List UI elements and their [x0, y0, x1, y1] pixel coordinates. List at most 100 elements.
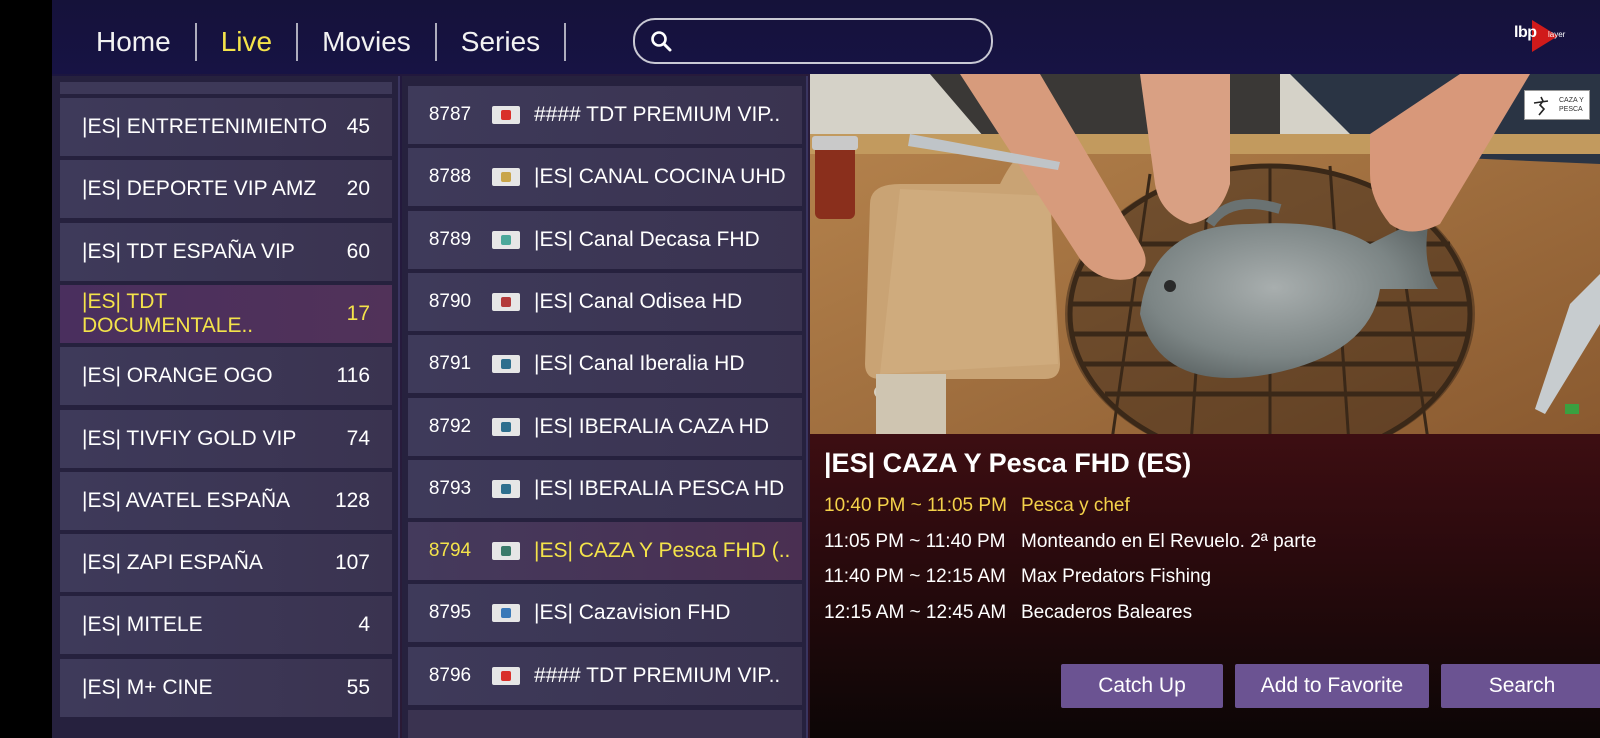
category-name: |ES| ENTRETENIMIENTO — [82, 115, 328, 138]
nav-series[interactable]: Series — [437, 22, 564, 62]
channel-info-panel: |ES| CAZA Y Pesca FHD (ES) 10:40 PM ~ 11… — [810, 434, 1600, 738]
channel-number: 8795 — [428, 602, 472, 624]
channel-name: |ES| CAZA Y Pesca FHD (.. — [534, 539, 791, 563]
channel-name: |ES| Canal Odisea HD — [534, 289, 743, 313]
epg-program-title: Pesca y chef — [1021, 495, 1130, 516]
category-name: |ES| AVATEL ESPAÑA — [82, 488, 291, 512]
category-count: 20 — [346, 177, 370, 201]
channel-item[interactable]: 8787 #### TDT PREMIUM VIP.. — [408, 86, 802, 144]
category-item[interactable]: |ES| MITELE 4 — [60, 596, 392, 655]
channel-name: |ES| IBERALIA PESCA HD — [534, 476, 785, 500]
category-item[interactable]: |ES| ENTRETENIMIENTO 45 — [60, 98, 392, 156]
category-item[interactable]: |ES| ORANGE OGO 116 — [60, 347, 392, 406]
channel-item[interactable]: 8795 |ES| Cazavision FHD — [408, 584, 802, 643]
app-logo: lbp layer — [1512, 18, 1582, 54]
cazavision-logo-icon — [492, 604, 520, 623]
channel-name: |ES| IBERALIA CAZA HD — [534, 414, 769, 438]
hunter-silhouette-icon — [1533, 96, 1549, 116]
channel-number: 8792 — [428, 415, 472, 437]
category-name: |ES| DEPORTE VIP AMZ — [82, 177, 317, 201]
category-count: 116 — [336, 364, 370, 388]
top-navigation-bar: Home Live Movies Series lbp layer — [52, 0, 1600, 74]
epg-program-title: Becaderos Baleares — [1021, 601, 1193, 623]
category-item[interactable]: |ES| TDT DOCUMENTALE.. 17 — [60, 284, 392, 343]
decasa-logo-icon — [492, 230, 520, 249]
main-nav: Home Live Movies Series — [72, 20, 567, 64]
search-input[interactable] — [683, 26, 983, 56]
epg-program-title: Monteando en El Revuelo. 2ª parte — [1021, 530, 1317, 552]
epg-time: 11:40 PM ~ 12:15 AM — [824, 566, 1006, 587]
epg-time: 11:05 PM ~ 11:40 PM — [824, 530, 1006, 552]
channel-name: #### TDT PREMIUM VIP.. — [534, 663, 781, 687]
category-name: |ES| TIVFIY GOLD VIP — [82, 426, 297, 450]
channel-number: 8793 — [428, 477, 472, 499]
epg-time: 10:40 PM ~ 11:05 PM — [824, 495, 1007, 516]
category-item[interactable]: |ES| TDT ESPAÑA VIP 60 — [60, 222, 392, 281]
catch-up-button[interactable]: Catch Up — [1061, 664, 1223, 708]
channel-name: #### TDT PREMIUM VIP.. — [534, 103, 781, 126]
video-preview[interactable]: CAZA Y PESCA — [810, 74, 1600, 434]
category-name: |ES| TDT DOCUMENTALE.. — [82, 289, 254, 337]
category-count: 128 — [334, 488, 370, 512]
channel-item[interactable]: 8792 |ES| IBERALIA CAZA HD — [408, 397, 802, 456]
channel-item[interactable]: 8789 |ES| Canal Decasa FHD — [408, 210, 802, 269]
channel-watermark-logo: CAZA Y PESCA — [1524, 90, 1590, 120]
nav-home[interactable]: Home — [72, 22, 195, 62]
spain-flag-icon — [492, 106, 520, 124]
epg-row: 10:40 PM ~ 11:05 PM Pesca y chef — [824, 495, 1130, 517]
channel-name: |ES| Canal Iberalia HD — [534, 352, 745, 376]
odisea-logo-icon — [492, 292, 520, 311]
nav-divider — [564, 23, 567, 61]
channel-item[interactable]: 8796 #### TDT PREMIUM VIP.. — [408, 646, 802, 705]
category-item[interactable]: |ES| ZAPI ESPAÑA 107 — [60, 534, 392, 593]
logo-subtext: layer — [1548, 30, 1566, 39]
channel-item[interactable]: 8788 |ES| CANAL COCINA UHD — [408, 148, 802, 207]
iberalia-logo-icon — [492, 355, 520, 374]
channel-number: 8790 — [428, 290, 472, 312]
add-to-favorite-button[interactable]: Add to Favorite — [1235, 664, 1429, 708]
channel-title: |ES| CAZA Y Pesca FHD (ES) — [824, 448, 1192, 478]
spain-flag-icon — [492, 666, 520, 685]
channel-number: 8794 — [428, 540, 472, 562]
logo-text: lbp — [1514, 24, 1537, 41]
channel-list[interactable]: 8796 #### TDT PREMIUM VIP.. 8795 |ES| Cazav… — [402, 76, 808, 738]
nav-movies[interactable]: Movies — [298, 22, 435, 62]
category-count: 74 — [346, 426, 370, 450]
channel-item[interactable]: 8791 |ES| Canal Iberalia HD — [408, 335, 802, 394]
search-icon — [651, 31, 672, 52]
category-name: |ES| ORANGE OGO — [82, 364, 273, 388]
channel-item[interactable]: 8793 |ES| IBERALIA PESCA HD — [408, 459, 802, 518]
channel-number: 8791 — [428, 353, 472, 375]
category-name: |ES| TDT ESPAÑA VIP — [82, 239, 295, 263]
canal-cocina-logo-icon — [492, 168, 520, 187]
iberalia-logo-icon — [492, 479, 520, 498]
epg-row: 11:05 PM ~ 11:40 PM Monteando en El Revue… — [824, 531, 1316, 553]
category-item[interactable]: |ES| AVATEL ESPAÑA 128 — [60, 471, 392, 530]
category-name: |ES| MITELE — [82, 613, 203, 637]
channel-name: |ES| CANAL COCINA UHD — [534, 165, 786, 189]
category-item[interactable]: |ES| TIVFIY GOLD VIP 74 — [60, 409, 392, 468]
category-count: 17 — [346, 301, 370, 325]
epg-program-title: Max Predators Fishing — [1021, 566, 1212, 587]
caza-pesca-logo-icon — [492, 542, 520, 561]
category-item[interactable]: |ES| M+ CINE 55 — [60, 658, 392, 717]
video-frame — [810, 74, 1600, 434]
category-count: 55 — [346, 675, 370, 699]
search-box[interactable] — [633, 18, 993, 64]
watermark-line2: PESCA — [1559, 106, 1583, 113]
channel-number: 8787 — [428, 104, 472, 125]
nav-live[interactable]: Live — [197, 22, 296, 62]
epg-time: 12:15 AM ~ 12:45 AM — [824, 601, 1007, 623]
search-button[interactable]: Search — [1441, 664, 1600, 708]
channel-list-item-partial[interactable] — [408, 710, 802, 738]
category-item[interactable]: |ES| DEPORTE VIP AMZ 20 — [60, 160, 392, 219]
channel-number: 8789 — [428, 228, 472, 250]
category-count: 60 — [346, 239, 370, 263]
watermark-line1: CAZA Y — [1559, 97, 1584, 104]
category-name: |ES| M+ CINE — [82, 675, 213, 699]
category-list-item-partial[interactable] — [60, 82, 392, 94]
channel-item[interactable]: 8794 |ES| CAZA Y Pesca FHD (.. — [408, 522, 802, 581]
iberalia-logo-icon — [492, 417, 520, 436]
category-list[interactable]: |ES| ENTRETENIMIENTO 45 |ES| DEPORTE VIP A… — [52, 76, 400, 738]
channel-item[interactable]: 8790 |ES| Canal Odisea HD — [408, 272, 802, 331]
